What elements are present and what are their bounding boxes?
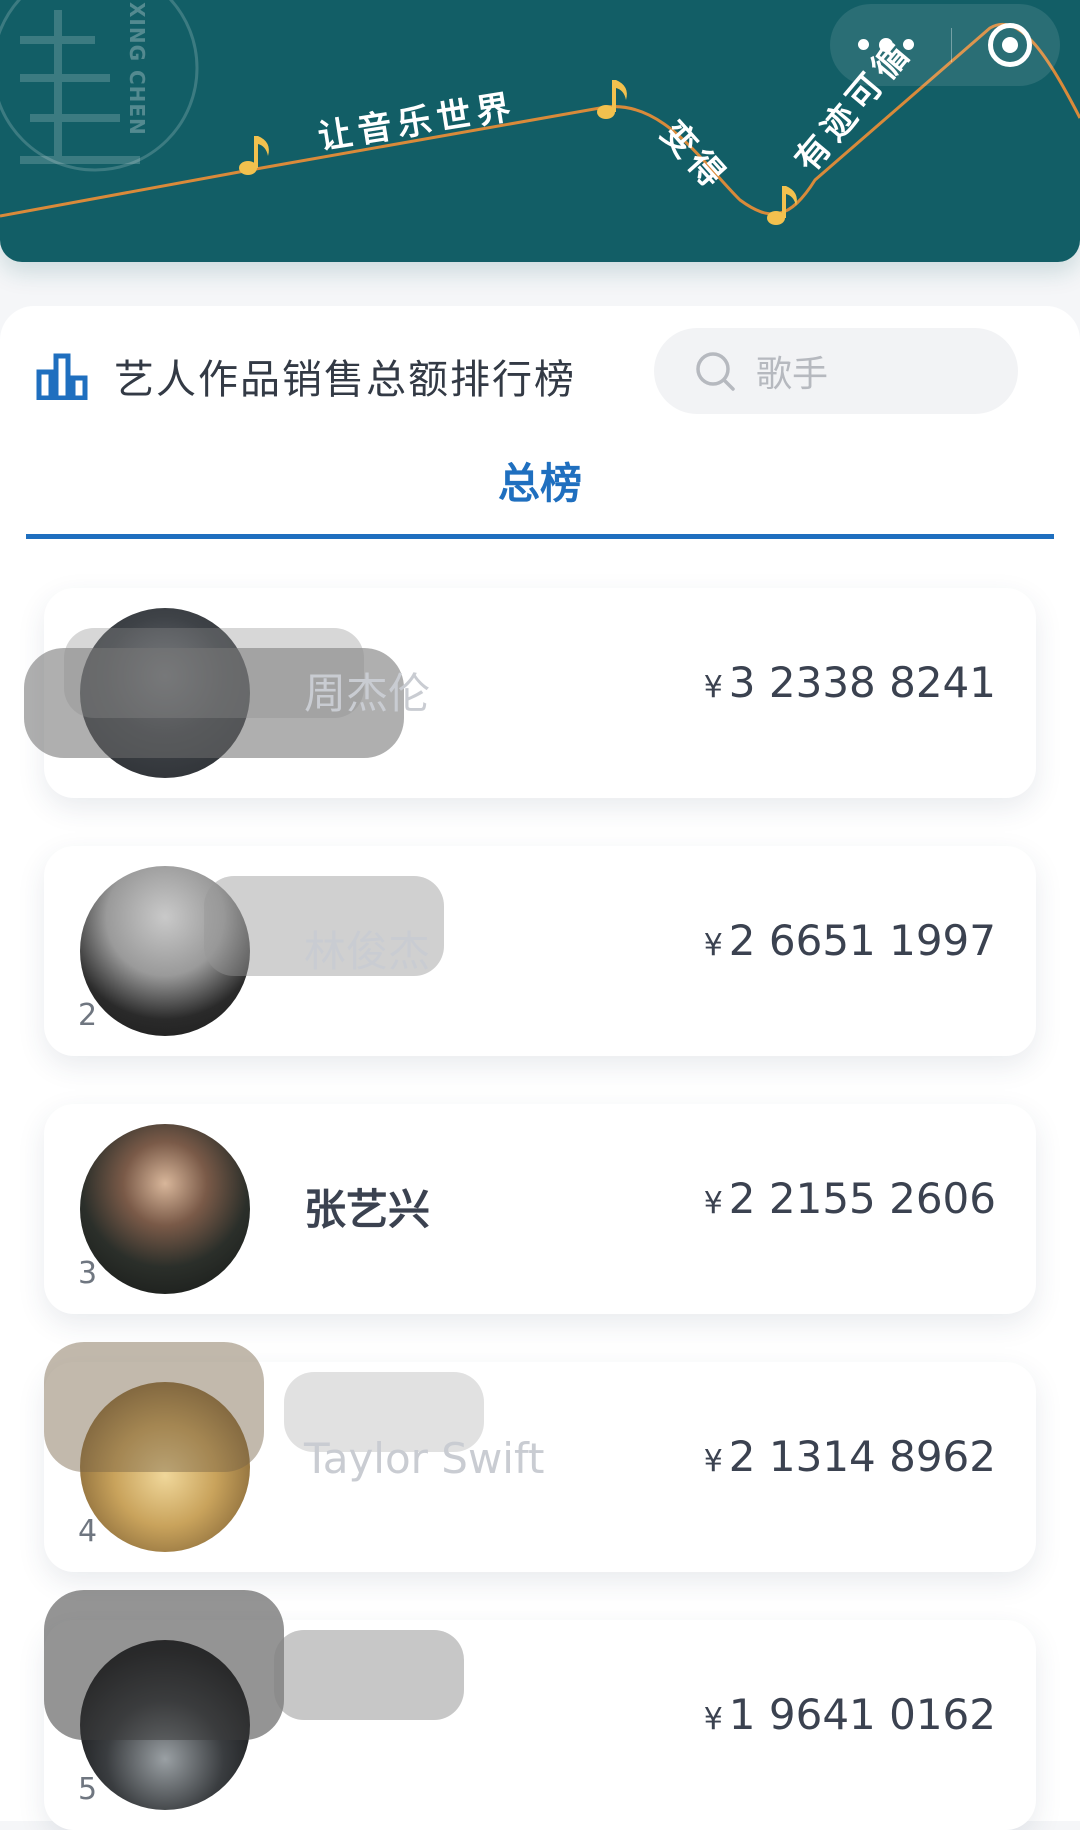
more-dots-icon[interactable] [858,37,914,52]
search-placeholder: 歌手 [756,354,829,395]
avatar [80,1124,250,1294]
currency-symbol: ¥ [703,1186,723,1221]
amount-value: 2 1314 8962 [728,1432,996,1481]
page-title: 艺人作品销售总额排行榜 [114,357,576,403]
sales-amount: ¥2 1314 8962 [704,1432,996,1481]
artist-name: Taylor Swift [304,1434,545,1483]
amount-value: 2 6651 1997 [728,916,996,965]
miniprogram-capsule [830,4,1060,86]
target-circle-icon[interactable] [988,23,1032,67]
avatar [80,1382,250,1552]
artist-name: 周杰伦 [304,669,431,718]
search-input[interactable]: 歌手 [654,328,1018,414]
artist-name: 林俊杰 [304,927,431,976]
currency-symbol: ¥ [703,1702,723,1737]
currency-symbol: ¥ [703,670,723,705]
rank-number: 4 [78,1514,98,1549]
avatar [80,866,250,1036]
amount-value: 2 2155 2606 [728,1174,996,1223]
sales-amount: ¥2 2155 2606 [704,1174,996,1223]
tab-active-indicator [26,534,1054,539]
ranking-item[interactable]: 周杰伦 ¥3 2338 8241 [24,588,1036,798]
rank-number: 2 [78,998,98,1033]
tab-overall[interactable]: 总榜 [0,450,1080,511]
ranking-item[interactable]: 5 ¥1 9641 0162 [44,1590,1036,1830]
search-icon [696,352,735,391]
sales-amount: ¥3 2338 8241 [704,658,996,707]
rank-number: 5 [78,1772,98,1807]
avatar [80,1640,250,1810]
amount-value: 3 2338 8241 [728,658,996,707]
bar-chart-icon [36,353,88,400]
ranking-item[interactable]: 2 林俊杰 ¥2 6651 1997 [44,846,1036,1056]
rank-number: 3 [78,1256,98,1291]
ranking-item[interactable]: 4 Taylor Swift ¥2 1314 8962 [44,1342,1036,1572]
currency-symbol: ¥ [703,928,723,963]
sales-amount: ¥2 6651 1997 [704,916,996,965]
sales-amount: ¥1 9641 0162 [704,1690,996,1739]
amount-value: 1 9641 0162 [728,1690,996,1739]
currency-symbol: ¥ [703,1444,723,1479]
artist-name: 张艺兴 [304,1185,431,1234]
capsule-divider [950,28,952,62]
avatar [80,608,250,778]
ranking-panel: 艺人作品销售总额排行榜 歌手 总榜 [0,306,1080,1821]
logo-text: XING CHEN [125,2,149,136]
ranking-item[interactable]: 3 张艺兴 ¥2 2155 2606 [44,1104,1036,1314]
